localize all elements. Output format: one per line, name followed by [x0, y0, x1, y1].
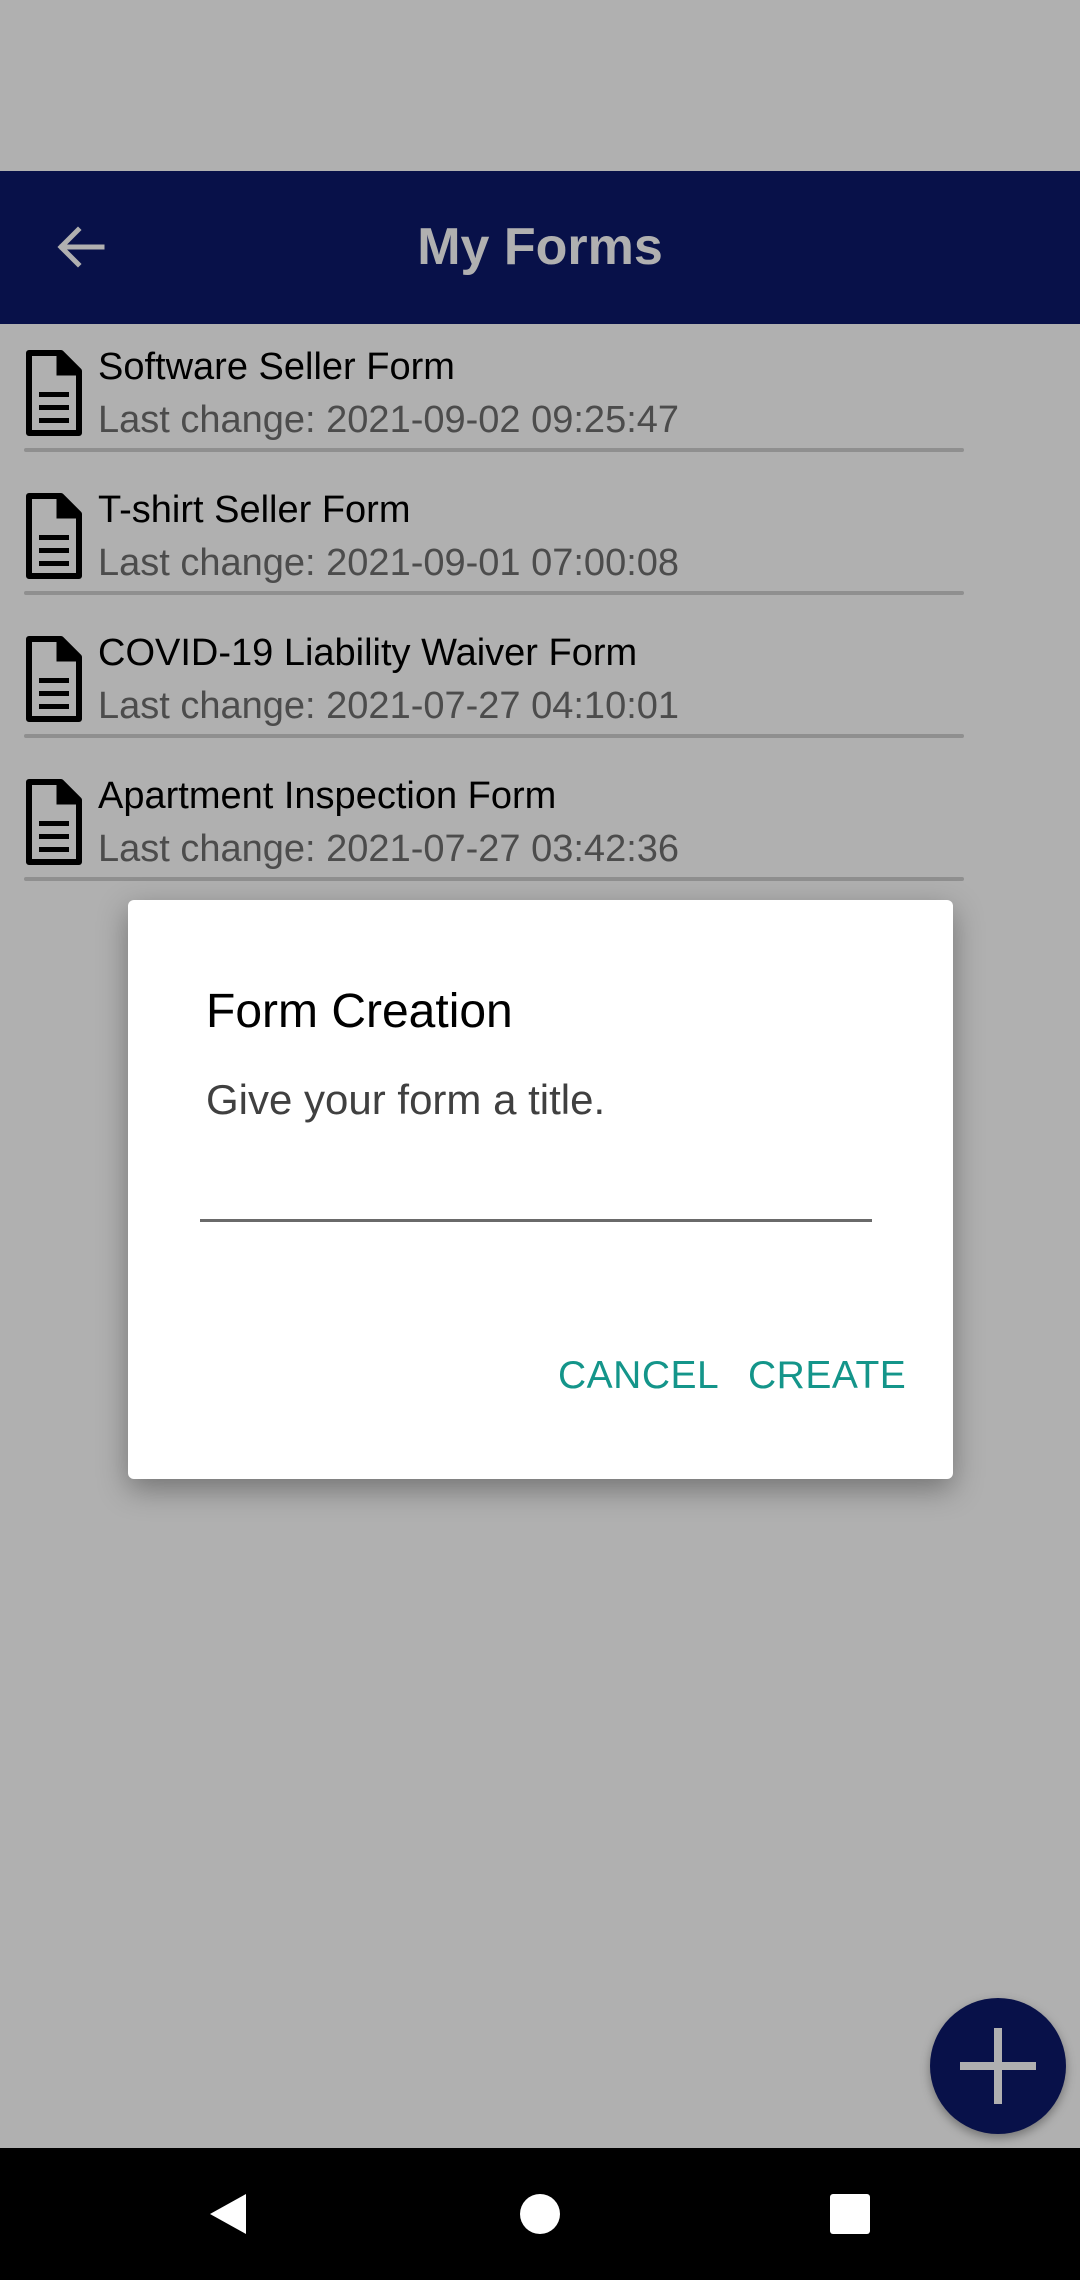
nav-home-icon	[520, 2194, 560, 2234]
nav-back-icon	[210, 2194, 246, 2234]
nav-back-button[interactable]	[196, 2182, 260, 2246]
form-title-input[interactable]	[200, 1146, 872, 1222]
form-creation-dialog: Form Creation Give your form a title. CA…	[128, 900, 953, 1479]
create-button[interactable]: CREATE	[748, 1354, 906, 1398]
cancel-button[interactable]: CANCEL	[558, 1354, 719, 1398]
nav-recents-icon	[830, 2194, 870, 2234]
nav-home-button[interactable]	[508, 2182, 572, 2246]
dialog-title: Form Creation	[206, 985, 513, 1038]
dialog-message: Give your form a title.	[206, 1076, 606, 1123]
nav-recents-button[interactable]	[818, 2182, 882, 2246]
navigation-bar	[0, 2148, 1080, 2280]
